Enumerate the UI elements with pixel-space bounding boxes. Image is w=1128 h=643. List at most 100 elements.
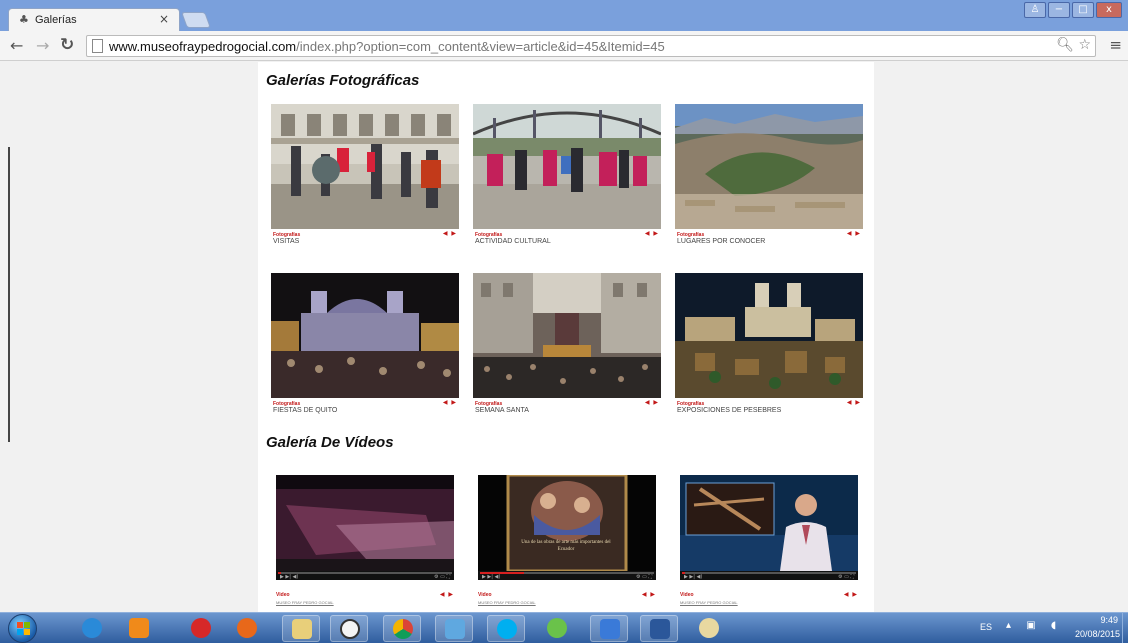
- taskbar-group-app[interactable]: [538, 615, 576, 642]
- url-host: www.museofraypedrogocial.com: [109, 39, 297, 54]
- card-arrows-icon[interactable]: ◀ ▶: [443, 230, 457, 237]
- video-category: Video: [478, 592, 492, 598]
- messenger-icon: [600, 619, 620, 639]
- zoom-bookmark-icons[interactable]: 🔍︎ ☆: [1056, 37, 1091, 53]
- card-arrows-icon[interactable]: ◀ ▶: [645, 399, 659, 406]
- page-viewport: Galerías Fotográficas Fotografías ◀ ▶ VI…: [0, 62, 1128, 612]
- video-overlay-text: Una de las obras de arte más importantes…: [521, 540, 611, 552]
- photo-actividad-cultural[interactable]: [473, 104, 661, 229]
- video-card-1[interactable]: ▶ ▶| ◀) ⚙ ▭ ⛶ Video ◀ ▶ MUSEO FRAY PEDRO…: [276, 475, 454, 606]
- photo-fiestas-de-quito[interactable]: [271, 273, 459, 398]
- taskbar-clock-app[interactable]: [330, 615, 368, 642]
- address-bar[interactable]: www.museofraypedrogocial.com/index.php?o…: [86, 35, 1096, 57]
- taskbar-pin-app[interactable]: [182, 615, 220, 642]
- video-control-bar[interactable]: ▶ ▶| ◀) ⚙ ▭ ⛶: [276, 571, 454, 580]
- paint-icon: [699, 618, 719, 638]
- maximize-button[interactable]: □: [1072, 2, 1094, 18]
- gallery-card-visitas[interactable]: Fotografías ◀ ▶ VISITAS: [271, 104, 459, 251]
- left-divider: [8, 147, 10, 442]
- video-progress[interactable]: [480, 572, 654, 574]
- video-arrows-icon[interactable]: ◀ ▶: [844, 591, 858, 598]
- photo-section-title: Galerías Fotográficas: [266, 72, 420, 89]
- clock-time[interactable]: 9:49: [1100, 615, 1118, 625]
- card-arrows-icon[interactable]: ◀ ▶: [847, 230, 861, 237]
- tab-galerias[interactable]: ♣ Galerías ×: [8, 8, 180, 31]
- minimize-button[interactable]: −: [1048, 2, 1070, 18]
- tray-icons[interactable]: ▴ ▣ ◖: [1006, 620, 1062, 631]
- new-tab-button[interactable]: [181, 12, 211, 28]
- url-text[interactable]: www.museofraypedrogocial.com/index.php?o…: [109, 39, 665, 54]
- video-card-3[interactable]: ▶ ▶| ◀) ⚙ ▭ ⛶ Video ◀ ▶ MUSEO FRAY PEDRO…: [680, 475, 858, 606]
- taskbar-internet-explorer[interactable]: [73, 615, 111, 642]
- show-desktop-button[interactable]: [1122, 613, 1128, 643]
- video-subtitle[interactable]: MUSEO FRAY PEDRO GOCIAL: [276, 600, 334, 605]
- chrome-menu-icon[interactable]: ≡: [1109, 36, 1122, 54]
- close-window-button[interactable]: x: [1096, 2, 1122, 18]
- windows-logo-icon: [17, 622, 30, 635]
- video-progress[interactable]: [278, 572, 452, 574]
- photo-visitas[interactable]: [271, 104, 459, 229]
- video-progress[interactable]: [682, 572, 856, 574]
- taskbar-paint[interactable]: [690, 615, 728, 642]
- taskbar-media-player[interactable]: [120, 615, 158, 642]
- tab-close-icon[interactable]: ×: [159, 12, 169, 26]
- taskbar-skype[interactable]: [487, 615, 525, 642]
- forward-arrow-icon[interactable]: →: [36, 36, 49, 55]
- skype-icon: [497, 619, 517, 639]
- taskbar-photo-viewer[interactable]: [435, 615, 473, 642]
- firefox-icon: [237, 618, 257, 638]
- card-title[interactable]: VISITAS: [273, 238, 299, 245]
- tab-favicon-icon: ♣: [19, 13, 29, 26]
- photo-lugares-por-conocer[interactable]: [675, 104, 863, 229]
- clock-icon: [340, 619, 360, 639]
- taskbar-word[interactable]: [640, 615, 678, 642]
- card-title[interactable]: FIESTAS DE QUITO: [273, 407, 337, 414]
- video-arrows-icon[interactable]: ◀ ▶: [440, 591, 454, 598]
- taskbar-messenger[interactable]: [590, 615, 628, 642]
- back-arrow-icon[interactable]: ←: [10, 36, 23, 55]
- window-user-icon[interactable]: ♙: [1024, 2, 1046, 18]
- card-title[interactable]: LUGARES POR CONOCER: [677, 238, 765, 245]
- card-title[interactable]: EXPOSICIONES DE PESEBRES: [677, 407, 781, 414]
- taskbar-firefox[interactable]: [228, 615, 266, 642]
- video-subtitle[interactable]: MUSEO FRAY PEDRO GOCIAL: [680, 600, 738, 605]
- card-title[interactable]: SEMANA SANTA: [475, 407, 529, 414]
- video-player-2[interactable]: Una de las obras de arte más importantes…: [478, 475, 656, 580]
- video-card-2[interactable]: Una de las obras de arte más importantes…: [478, 475, 656, 606]
- video-arrows-icon[interactable]: ◀ ▶: [642, 591, 656, 598]
- reload-icon[interactable]: ↻: [60, 35, 74, 55]
- card-title[interactable]: ACTIVIDAD CULTURAL: [475, 238, 551, 245]
- window-controls: ♙ − □ x: [1024, 2, 1122, 18]
- card-arrows-icon[interactable]: ◀ ▶: [443, 399, 457, 406]
- windows-taskbar: ES ▴ ▣ ◖ 9:49 20/08/2015: [0, 612, 1128, 643]
- folder-icon: [292, 619, 312, 639]
- video-player-3[interactable]: ▶ ▶| ◀) ⚙ ▭ ⛶: [680, 475, 858, 580]
- chrome-icon: [393, 619, 413, 639]
- language-indicator[interactable]: ES: [980, 622, 992, 632]
- taskbar-file-explorer[interactable]: [282, 615, 320, 642]
- start-button[interactable]: [8, 614, 37, 643]
- card-arrows-icon[interactable]: ◀ ▶: [645, 230, 659, 237]
- media-player-icon: [129, 618, 149, 638]
- photo-exposiciones-de-pesebres[interactable]: [675, 273, 863, 398]
- group-icon: [547, 618, 567, 638]
- gallery-card-semana-santa[interactable]: Fotografías ◀ ▶ SEMANA SANTA: [473, 273, 661, 420]
- video-category: Video: [276, 592, 290, 598]
- url-path: /index.php?option=com_content&view=artic…: [296, 39, 665, 54]
- video-player-1[interactable]: ▶ ▶| ◀) ⚙ ▭ ⛶: [276, 475, 454, 580]
- gallery-card-actividad-cultural[interactable]: Fotografías ◀ ▶ ACTIVIDAD CULTURAL: [473, 104, 661, 251]
- card-arrows-icon[interactable]: ◀ ▶: [847, 399, 861, 406]
- video-control-bar[interactable]: ▶ ▶| ◀) ⚙ ▭ ⛶: [478, 571, 656, 580]
- gallery-card-lugares-por-conocer[interactable]: Fotografías ◀ ▶ LUGARES POR CONOCER: [675, 104, 863, 251]
- clock-date[interactable]: 20/08/2015: [1075, 629, 1120, 639]
- gallery-card-exposiciones-de-pesebres[interactable]: Fotografías ◀ ▶ EXPOSICIONES DE PESEBRES: [675, 273, 863, 420]
- photo-semana-santa[interactable]: [473, 273, 661, 398]
- browser-titlebar: ♣ Galerías × ♙ − □ x: [0, 0, 1128, 31]
- tab-title: Galerías: [35, 14, 77, 26]
- main-content: Galerías Fotográficas Fotografías ◀ ▶ VI…: [258, 62, 874, 612]
- page-icon: [92, 39, 103, 53]
- taskbar-chrome[interactable]: [383, 615, 421, 642]
- gallery-card-fiestas-de-quito[interactable]: Fotografías ◀ ▶ FIESTAS DE QUITO: [271, 273, 459, 420]
- video-subtitle[interactable]: MUSEO FRAY PEDRO GOCIAL: [478, 600, 536, 605]
- video-control-bar[interactable]: ▶ ▶| ◀) ⚙ ▭ ⛶: [680, 571, 858, 580]
